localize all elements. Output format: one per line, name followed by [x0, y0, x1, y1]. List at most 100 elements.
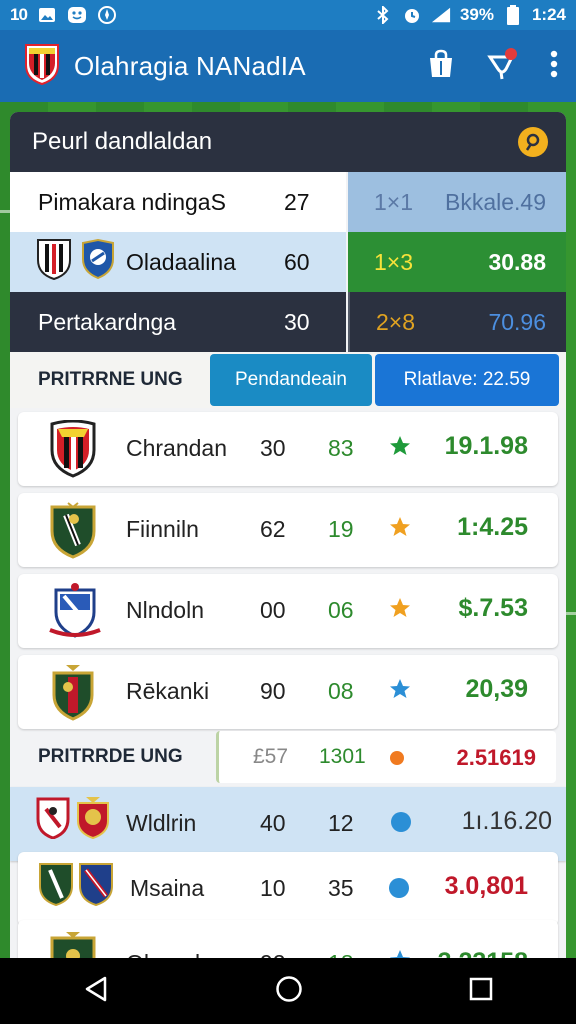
- dot-icon: [390, 811, 412, 839]
- summary-mult: 2×8: [376, 308, 416, 335]
- table-row[interactable]: Wldlrin 40 12 1ı.16.20: [10, 787, 566, 861]
- team-crest-icon: [48, 930, 98, 958]
- team-crest-icon: [78, 862, 114, 912]
- team-crest-icon: [48, 501, 98, 565]
- team-name: Nlndoln: [126, 597, 204, 623]
- summary-box[interactable]: £57 1301 2.51619: [216, 731, 556, 783]
- stat-played: 62: [260, 516, 286, 542]
- team-crest-icon: [48, 663, 98, 727]
- team-name: Msaina: [130, 875, 205, 901]
- stat-played: 00: [260, 597, 286, 623]
- stat-points: 35: [328, 875, 354, 901]
- summary-row[interactable]: Pertakardnga 30 2×8 70.96: [10, 292, 566, 352]
- panel-title: Peurl dandlaldan: [32, 128, 213, 155]
- dot-icon: [388, 877, 410, 905]
- team-crest-icon: [34, 238, 74, 286]
- summary-value: 27: [284, 188, 310, 215]
- summary-right-value: 70.96: [488, 308, 546, 335]
- alert-badge-icon[interactable]: [518, 127, 548, 157]
- table-row[interactable]: Nlndoln 00 06 $.7.53: [18, 574, 558, 648]
- team-crest-icon: [48, 419, 98, 484]
- battery-text: 39%: [459, 5, 494, 24]
- panel-header: Peurl dandlaldan: [10, 112, 566, 172]
- alarm-icon: [402, 6, 422, 24]
- home-icon[interactable]: [275, 975, 303, 1008]
- stat-points: 08: [328, 678, 354, 704]
- team-crest-icon: [48, 582, 102, 646]
- stat-points: 18: [328, 950, 354, 958]
- section-label: PRITRRDE UNG: [38, 746, 183, 767]
- filter-bar: PRITRRNE UNG Pendandeain Rlatlave: 22.59: [10, 352, 566, 408]
- tab-pendandeain[interactable]: Pendandeain: [210, 354, 372, 406]
- bluetooth-icon: [373, 6, 393, 24]
- summary-box-value: 2.51619: [456, 745, 536, 770]
- summary-value: 30: [284, 308, 310, 335]
- summary-name: Pimakara ndingaS: [38, 188, 226, 215]
- photo-icon: [37, 6, 57, 24]
- summary-value: 60: [284, 248, 310, 275]
- star-icon: [388, 515, 412, 545]
- more-vert-icon[interactable]: [550, 50, 558, 83]
- stat-played: 10: [260, 875, 286, 901]
- stat-points: 06: [328, 597, 354, 623]
- table-row[interactable]: Fiinniln 62 19 1:4.25: [18, 493, 558, 567]
- summary-row[interactable]: Oladaalina 60 1×3 30.88: [10, 232, 566, 292]
- star-icon: [388, 596, 412, 626]
- app-bar: Olahragia NANadIA: [0, 30, 576, 102]
- status-left-text: 10: [10, 5, 28, 24]
- team-name: Ohagala: [126, 950, 213, 958]
- orange-dot-icon: [389, 748, 405, 772]
- summary-mult: 1×1: [374, 188, 414, 215]
- summary-name: Oladaalina: [126, 248, 236, 275]
- team-crest-icon: [76, 795, 110, 845]
- stat-played: 90: [260, 678, 286, 704]
- team-crest-icon: [80, 238, 116, 285]
- section-label: PRITRRNE UNG: [38, 369, 183, 390]
- table-row[interactable]: Ohagala 92 18 3.23158: [18, 920, 558, 958]
- summary-box-value: £57: [253, 745, 289, 768]
- star-icon: [388, 434, 412, 464]
- stat-points: 12: [328, 810, 354, 836]
- row-value: 1ı.16.20: [461, 807, 552, 835]
- stat-points: 83: [328, 435, 354, 461]
- row-value: 1:4.25: [457, 513, 528, 541]
- star-icon: [388, 677, 412, 707]
- status-bar: 10 39% 1:24: [0, 0, 576, 30]
- team-name: Fiinniln: [126, 516, 199, 542]
- table-row[interactable]: Msaina 10 35 3.0,801: [18, 852, 558, 926]
- summary-box-value: 1301: [319, 745, 366, 768]
- team-name: Wldlrin: [126, 810, 197, 836]
- summary-mult: 1×3: [374, 248, 414, 275]
- summary-name: Pertakardnga: [38, 308, 177, 335]
- system-nav-bar: [0, 958, 576, 1024]
- stat-played: 40: [260, 810, 286, 836]
- team-name: Rēkanki: [126, 678, 210, 704]
- team-name: Chrandan: [126, 435, 228, 461]
- app-logo-icon[interactable]: [24, 43, 60, 90]
- summary-right-value: 30.88: [488, 248, 546, 275]
- row-value: 19.1.98: [444, 432, 528, 460]
- battery-icon: [503, 5, 523, 25]
- tab-relative[interactable]: Rlatlave: 22.59: [375, 354, 559, 406]
- team-crest-icon: [36, 797, 70, 845]
- stat-played: 92: [260, 950, 286, 958]
- stat-points: 19: [328, 516, 354, 542]
- app-title: Olahragia NANadIA: [74, 50, 306, 81]
- row-value: 3.0,801: [444, 872, 528, 900]
- back-icon[interactable]: [83, 975, 109, 1008]
- notification-icon[interactable]: [486, 47, 520, 86]
- clock: 1:24: [531, 5, 566, 24]
- table-row[interactable]: Chrandan 30 83 19.1.98: [18, 412, 558, 486]
- summary-row[interactable]: Pimakara ndingaS 27 1×1 Bkkale.49: [10, 172, 566, 232]
- signal-icon: [431, 6, 451, 24]
- row-value: $.7.53: [458, 594, 528, 622]
- team-crest-icon: [38, 862, 74, 912]
- star-icon: [388, 948, 412, 958]
- table-row[interactable]: Rēkanki 90 08 20,39: [18, 655, 558, 729]
- row-value: 20,39: [465, 675, 528, 703]
- face-icon: [67, 6, 87, 24]
- bag-icon[interactable]: [426, 49, 456, 84]
- filter-bar: PRITRRDE UNG £57 1301 2.51619: [10, 729, 566, 785]
- summary-right-value: Bkkale.49: [444, 188, 546, 215]
- recents-icon[interactable]: [469, 977, 493, 1006]
